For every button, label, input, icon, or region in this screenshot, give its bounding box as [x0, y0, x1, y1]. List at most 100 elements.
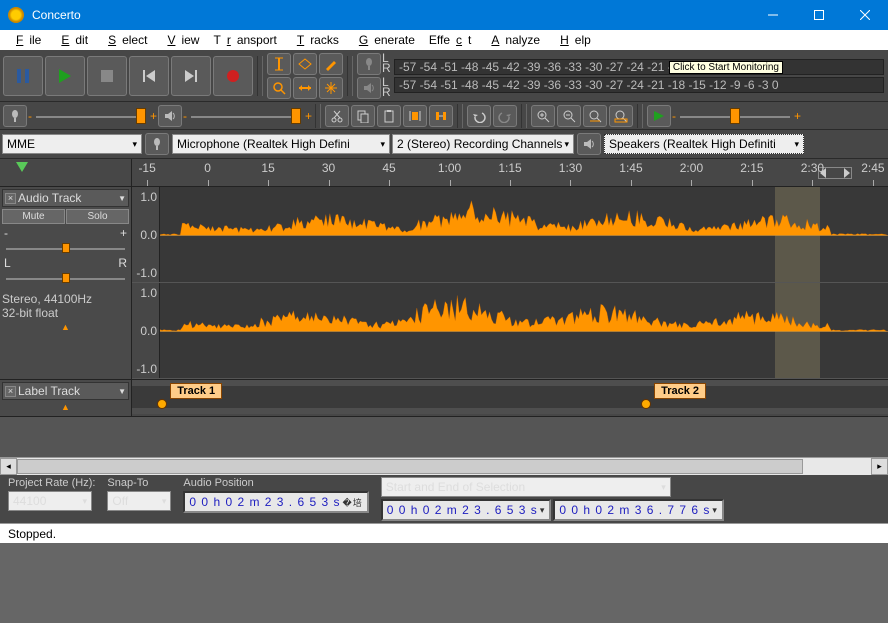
audio-host-combo[interactable]: MME▾: [2, 134, 142, 154]
scale-label: 1.0: [140, 190, 157, 204]
trim-button[interactable]: [403, 105, 427, 127]
waveform-right-channel[interactable]: 1.0 0.0 -1.0: [132, 283, 888, 379]
ruler-ticks[interactable]: -1501530451:001:151:301:452:002:152:302:…: [132, 159, 888, 186]
playback-meter-icon[interactable]: [357, 77, 381, 99]
project-rate-combo[interactable]: 44100▾: [8, 491, 92, 511]
recording-volume-slider[interactable]: [36, 105, 146, 127]
track-menu-icon[interactable]: ▼: [118, 194, 126, 203]
recording-channels-combo[interactable]: 2 (Stereo) Recording Channels▾: [392, 134, 574, 154]
playback-meter[interactable]: -57 -54 -51 -48 -45 -42 -39 -36 -33 -30 …: [394, 77, 884, 93]
menu-edit[interactable]: Edit: [49, 31, 94, 49]
scale-label: 0.0: [140, 228, 157, 242]
recording-device-combo[interactable]: Microphone (Realtek High Defini▾: [172, 134, 390, 154]
maximize-button[interactable]: [796, 0, 842, 30]
copy-button[interactable]: [351, 105, 375, 127]
multi-tool-button[interactable]: [319, 77, 343, 99]
timeline-ruler[interactable]: -1501530451:001:151:301:452:002:152:302:…: [0, 159, 888, 187]
zoom-out-button[interactable]: [557, 105, 581, 127]
mute-button[interactable]: Mute: [2, 209, 65, 224]
audio-position-value: 0 0 h 0 2 m 2 3 . 6 5 3 s: [189, 495, 340, 509]
label-marker[interactable]: Track 2: [646, 383, 706, 399]
scroll-thumb[interactable]: [17, 459, 803, 474]
gain-plus-label: +: [305, 109, 312, 123]
selection-mode-combo[interactable]: Start and End of Selection▾: [381, 477, 671, 497]
gain-minus-label: -: [28, 109, 32, 123]
silence-button[interactable]: [429, 105, 453, 127]
menu-view[interactable]: View: [155, 31, 205, 49]
gain-minus-label: -: [672, 109, 676, 123]
audio-position-display[interactable]: 0 0 h 0 2 m 2 3 . 6 5 3 s�培: [183, 491, 368, 513]
scale-label: 0.0: [140, 324, 157, 338]
meter-r-label: R: [382, 87, 392, 97]
gain-plus-label: +: [150, 109, 157, 123]
paste-button[interactable]: [377, 105, 401, 127]
fit-selection-button[interactable]: [583, 105, 607, 127]
playhead-marker-icon[interactable]: [16, 162, 28, 172]
selection-toolbar: Project Rate (Hz): 44100▾ Snap-To Off▾ A…: [0, 474, 888, 523]
skip-start-button[interactable]: [129, 56, 169, 96]
menu-generate[interactable]: Generate: [347, 31, 421, 49]
track-collapse-button[interactable]: ▲: [2, 400, 129, 414]
track-close-button[interactable]: ×: [5, 386, 16, 397]
waveform-left-channel[interactable]: 1.0 0.0 -1.0: [132, 187, 888, 283]
selection-start-display[interactable]: 0 0 h 0 2 m 2 3 . 6 5 3 s▾: [381, 499, 552, 521]
fit-project-button[interactable]: [609, 105, 633, 127]
stop-button[interactable]: [87, 56, 127, 96]
status-bar: Stopped.: [0, 523, 888, 543]
selection-tool-button[interactable]: [267, 53, 291, 75]
scroll-left-button[interactable]: ◂: [0, 458, 17, 475]
undo-button[interactable]: [467, 105, 491, 127]
envelope-tool-button[interactable]: [293, 53, 317, 75]
redo-button[interactable]: [493, 105, 517, 127]
snap-to-value: Off: [112, 494, 128, 508]
playback-speed-slider[interactable]: [680, 105, 790, 127]
zoom-in-button[interactable]: [531, 105, 555, 127]
play-at-speed-button[interactable]: [647, 105, 671, 127]
play-button[interactable]: [45, 56, 85, 96]
menu-analyze[interactable]: Analyze: [479, 31, 546, 49]
playback-volume-slider[interactable]: [191, 105, 301, 127]
zoom-tool-button[interactable]: [267, 77, 291, 99]
menu-select[interactable]: Select: [96, 31, 153, 49]
menu-tracks[interactable]: Tracks: [285, 31, 345, 49]
waveform-area[interactable]: 1.0 0.0 -1.0 1.0 0.0 -1.0: [132, 187, 888, 379]
monitoring-tooltip: Click to Start Monitoring: [669, 61, 783, 74]
record-button[interactable]: [213, 56, 253, 96]
scroll-right-button[interactable]: ▸: [871, 458, 888, 475]
timeshift-tool-button[interactable]: [293, 77, 317, 99]
track-close-button[interactable]: ×: [5, 193, 16, 204]
recording-channels-value: 2 (Stereo) Recording Channels: [397, 137, 562, 151]
recording-meter[interactable]: -57 -54 -51 -48 -45 -42 -39 -36 -33 -30 …: [394, 59, 884, 75]
close-button[interactable]: [842, 0, 888, 30]
skip-end-button[interactable]: [171, 56, 211, 96]
menu-file[interactable]: File: [4, 31, 47, 49]
track-menu-icon[interactable]: ▼: [118, 387, 126, 396]
label-area[interactable]: Track 1 Track 2: [132, 380, 888, 414]
selection-end-display[interactable]: 0 0 h 0 2 m 3 6 . 7 7 6 s▾: [553, 499, 724, 521]
track-collapse-button[interactable]: ▲: [2, 320, 129, 334]
separator: [637, 104, 643, 128]
amplitude-scale: 1.0 0.0 -1.0: [132, 283, 160, 378]
menu-effect[interactable]: Effect: [423, 31, 477, 49]
track-pan-slider[interactable]: [6, 272, 125, 284]
label-marker[interactable]: Track 1: [162, 383, 222, 399]
mixer-toolbar: - + - + - +: [0, 102, 888, 130]
label-track-header[interactable]: × Label Track ▼ ▲: [0, 380, 132, 416]
playback-meter-ticks: -57 -54 -51 -48 -45 -42 -39 -36 -33 -30 …: [399, 78, 779, 92]
solo-button[interactable]: Solo: [66, 209, 129, 224]
track-gain-slider[interactable]: [6, 242, 125, 254]
draw-tool-button[interactable]: [319, 53, 343, 75]
record-meter-icon[interactable]: [357, 53, 381, 75]
snap-to-combo[interactable]: Off▾: [107, 491, 171, 511]
minimize-button[interactable]: [750, 0, 796, 30]
menu-transport[interactable]: Transport: [207, 31, 282, 49]
separator: [521, 104, 527, 128]
audio-track-header[interactable]: × Audio Track ▼ Mute Solo -+ LR Stereo, …: [0, 187, 132, 379]
pause-button[interactable]: [3, 56, 43, 96]
playback-device-combo[interactable]: Speakers (Realtek High Definiti▾: [604, 134, 804, 154]
scale-label: 1.0: [140, 286, 157, 300]
menu-help[interactable]: Help: [548, 31, 597, 49]
cut-button[interactable]: [325, 105, 349, 127]
project-rate-value: 44100: [13, 494, 46, 508]
horizontal-scrollbar[interactable]: ◂ ▸: [0, 457, 888, 474]
